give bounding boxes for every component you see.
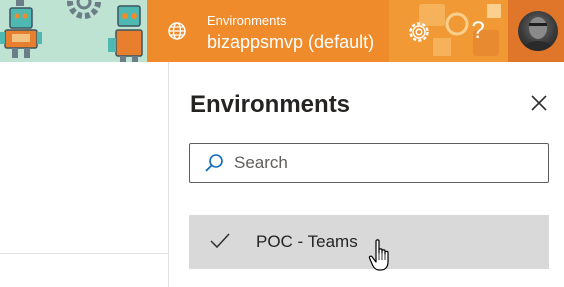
checkmark-icon bbox=[210, 233, 230, 249]
divider bbox=[0, 253, 168, 254]
search-box[interactable] bbox=[189, 143, 549, 183]
close-icon[interactable] bbox=[528, 92, 550, 114]
hand-pointer-icon bbox=[368, 239, 389, 271]
environment-name: bizappsmvp (default) bbox=[207, 32, 375, 52]
panel-title: Environments bbox=[190, 91, 351, 118]
help-button[interactable]: ? bbox=[464, 15, 492, 47]
robot-banner-illustration bbox=[0, 0, 147, 62]
user-avatar[interactable] bbox=[518, 11, 558, 51]
globe-icon bbox=[168, 22, 186, 40]
search-input[interactable] bbox=[234, 144, 534, 182]
environment-label: Environments bbox=[207, 13, 287, 28]
gear-icon[interactable] bbox=[405, 18, 433, 46]
search-icon bbox=[205, 154, 223, 172]
top-header: Environments bizappsmvp (default) ? bbox=[0, 0, 564, 62]
person-photo-icon bbox=[521, 17, 555, 51]
environment-item-label: POC - Teams bbox=[256, 232, 358, 251]
environment-picker-button[interactable]: Environments bizappsmvp (default) bbox=[147, 0, 389, 62]
